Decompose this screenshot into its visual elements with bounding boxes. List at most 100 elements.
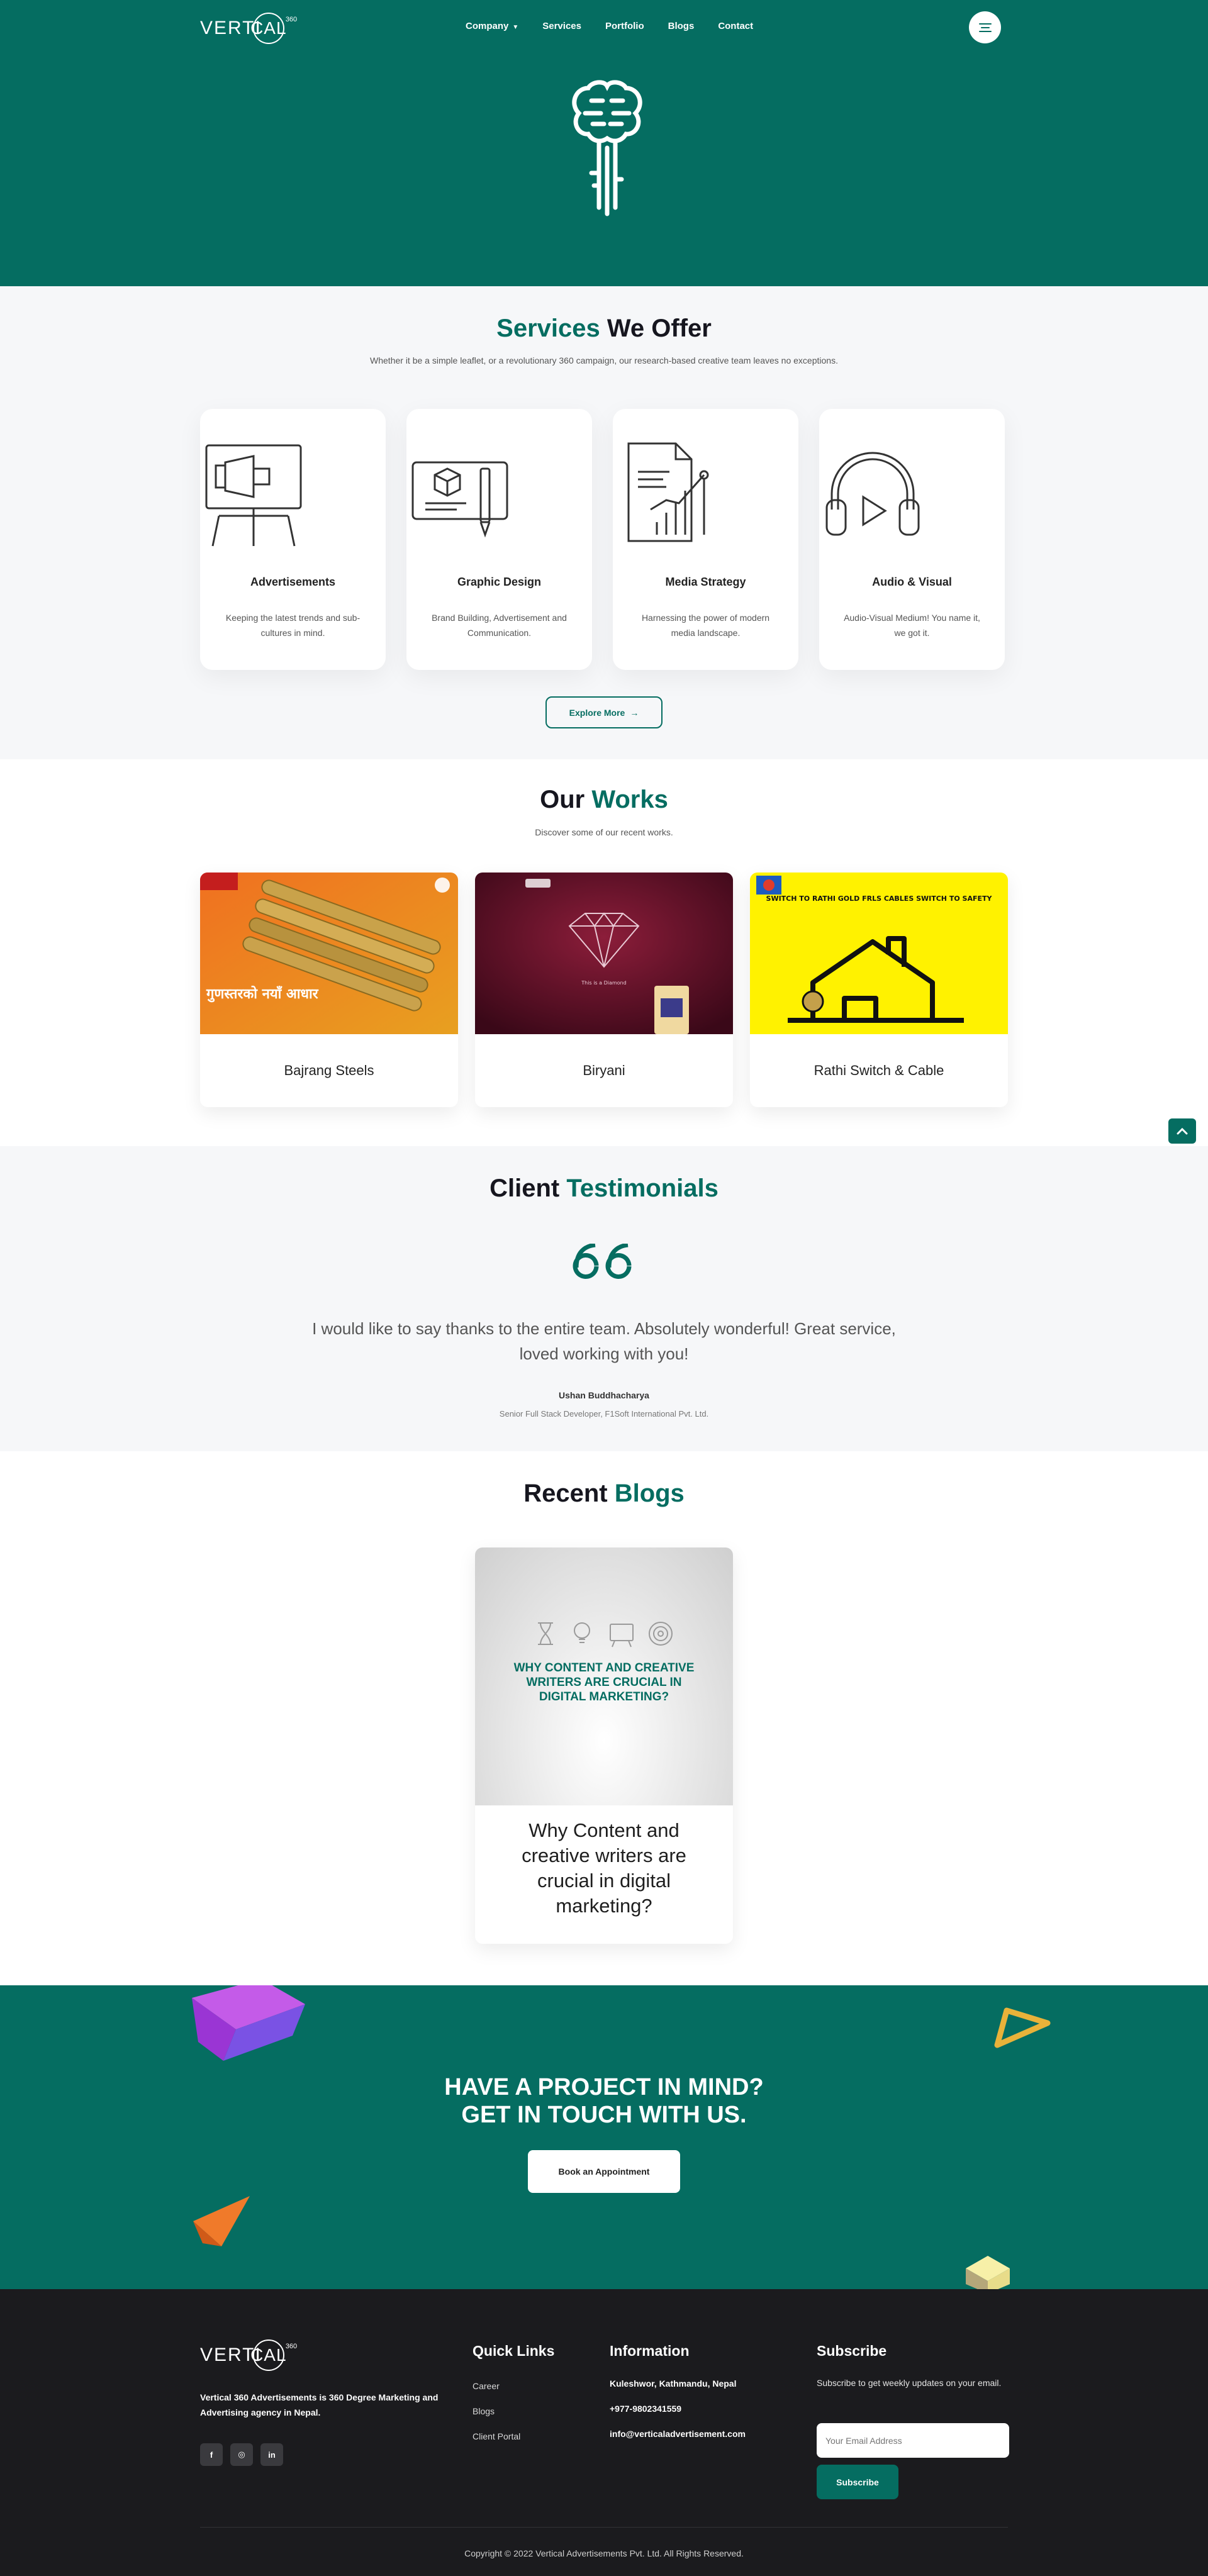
title-rest: We Offer	[600, 315, 712, 342]
blogs-section: Recent Blogs WHY CONTENT AND CREATIVE WR…	[0, 1451, 1208, 1985]
blog-card[interactable]: WHY CONTENT AND CREATIVE WRITERS ARE CRU…	[475, 1547, 733, 1944]
logo-sup: 360	[285, 2343, 298, 2350]
linkedin-icon[interactable]: in	[260, 2443, 283, 2466]
facebook-icon[interactable]: f	[200, 2443, 223, 2466]
service-title: Advertisements	[250, 576, 336, 588]
services-subtitle: Whether it be a simple leaflet, or a rev…	[370, 355, 838, 365]
yellow-cube-decoration	[966, 2256, 1010, 2289]
services-section: Services We Offer Whether it be a simple…	[0, 286, 1208, 759]
footer-divider	[200, 2527, 1008, 2528]
hamburger-line	[980, 26, 990, 28]
work-card-rathi-switch-cable[interactable]: SWITCH TO RATHI GOLD FRLS CABLES SWITCH …	[750, 873, 1008, 1107]
nav-item-services[interactable]: Services	[542, 21, 581, 31]
work-image: गुणस्तरको नयाँ आधार	[200, 873, 458, 1034]
services-title: Services We Offer	[0, 315, 1208, 343]
nav-item-blogs[interactable]: Blogs	[668, 21, 695, 31]
blog-image-title: WHY CONTENT AND CREATIVE WRITERS ARE CRU…	[513, 1661, 695, 1703]
work-title: Biryani	[583, 1062, 625, 1078]
chevron-up-icon	[1177, 1127, 1188, 1135]
document-chart-icon	[627, 442, 709, 542]
title-accent: Works	[591, 786, 668, 813]
site-logo[interactable]: VERTI CAL 360	[200, 11, 298, 45]
arrow-right-icon: →	[630, 707, 639, 718]
service-card-audio-visual[interactable]: Audio & Visual Audio-Visual Medium! You …	[819, 409, 1005, 670]
footer-link-client-portal[interactable]: Client Portal	[473, 2431, 520, 2441]
cta-title: HAVE A PROJECT IN MIND? GET IN TOUCH WIT…	[0, 2073, 1208, 2129]
nav-label: Company	[466, 21, 509, 31]
logo-circle-text: CAL	[250, 2345, 287, 2365]
title-rest: Our	[540, 786, 592, 813]
work-card-biryani[interactable]: This is a Diamond Biryani	[475, 873, 733, 1107]
megaphone-board-icon	[205, 444, 302, 547]
hero-section: VERTI CAL 360 Company ▼ Services Portfoli…	[0, 0, 1208, 286]
title-accent: Services	[496, 315, 600, 342]
social-links: f ◎ in	[200, 2443, 283, 2466]
service-desc: Harnessing the power of modern media lan…	[641, 613, 770, 638]
design-board-icon	[411, 461, 508, 538]
logo-sup: 360	[285, 16, 298, 23]
yellow-triangle-decoration	[994, 2007, 1051, 2048]
works-subtitle: Discover some of our recent works.	[535, 827, 673, 837]
subscribe-button[interactable]: Subscribe	[817, 2465, 898, 2499]
cta-section: HAVE A PROJECT IN MIND? GET IN TOUCH WIT…	[0, 1985, 1208, 2289]
explore-more-button[interactable]: Explore More →	[545, 696, 663, 728]
book-appointment-button[interactable]: Book an Appointment	[528, 2150, 680, 2193]
hamburger-line	[978, 23, 992, 25]
orange-shard-decoration	[193, 2196, 250, 2246]
cta-line-2: GET IN TOUCH WITH US.	[461, 2102, 747, 2128]
work-image-text: गुणस्तरको नयाँ आधार	[206, 985, 319, 1003]
service-title: Media Strategy	[665, 576, 746, 588]
footer-address: Kuleshwor, Kathmandu, Nepal	[610, 2378, 737, 2389]
service-card-advertisements[interactable]: Advertisements Keeping the latest trends…	[200, 409, 386, 670]
menu-toggle-button[interactable]	[969, 11, 1001, 43]
work-title: Bajrang Steels	[284, 1062, 374, 1078]
footer-about: Vertical 360 Advertisements is 360 Degre…	[200, 2392, 439, 2417]
testimonial-role: Senior Full Stack Developer, F1Soft Inte…	[499, 1409, 709, 1419]
footer-logo[interactable]: VERTI CAL 360	[200, 2339, 298, 2371]
title-rest: Client	[489, 1174, 567, 1202]
headphones-play-icon	[825, 452, 920, 536]
footer-link-career[interactable]: Career	[473, 2381, 500, 2391]
subscribe-description: Subscribe to get weekly updates on your …	[817, 2378, 1002, 2388]
hamburger-line	[978, 30, 992, 32]
service-title: Graphic Design	[457, 576, 542, 588]
nav-item-portfolio[interactable]: Portfolio	[605, 21, 644, 31]
brain-key-icon	[572, 80, 642, 216]
footer-link-blogs[interactable]: Blogs	[473, 2406, 495, 2416]
testimonials-section: Client Testimonials I would like to say …	[0, 1146, 1208, 1451]
service-card-media-strategy[interactable]: Media Strategy Harnessing the power of m…	[613, 409, 798, 670]
quick-links-title: Quick Links	[473, 2343, 555, 2359]
cta-line-1: HAVE A PROJECT IN MIND?	[444, 2074, 764, 2100]
service-desc: Keeping the latest trends and sub-cultur…	[225, 613, 361, 638]
work-image-text: SWITCH TO RATHI GOLD FRLS CABLES SWITCH …	[766, 895, 993, 903]
service-card-graphic-design[interactable]: Graphic Design Brand Building, Advertise…	[406, 409, 592, 670]
copyright-text: Copyright © 2022 Vertical Advertisements…	[464, 2548, 744, 2558]
information-title: Information	[610, 2343, 690, 2359]
service-desc: Audio-Visual Medium! You name it, we got…	[844, 613, 980, 638]
logo-circle-text: CAL	[250, 18, 287, 38]
works-title: Our Works	[0, 786, 1208, 814]
nav-item-company[interactable]: Company ▼	[466, 21, 518, 31]
blog-image-icons	[538, 1622, 673, 1648]
explore-label: Explore More	[569, 707, 625, 718]
email-input[interactable]	[817, 2423, 1009, 2458]
work-title: Rathi Switch & Cable	[814, 1062, 944, 1078]
scroll-to-top-button[interactable]	[1168, 1118, 1196, 1144]
work-card-bajrang-steels[interactable]: गुणस्तरको नयाँ आधार Bajrang Steels	[200, 873, 458, 1107]
blog-title: Why Content and creative writers are cru…	[522, 1819, 686, 1917]
logo-circle: CAL	[250, 2339, 287, 2371]
instagram-icon[interactable]: ◎	[230, 2443, 253, 2466]
purple-cube-decoration	[192, 1985, 305, 2061]
nav-item-contact[interactable]: Contact	[718, 21, 753, 31]
footer-phone[interactable]: +977-9802341559	[610, 2404, 681, 2414]
footer-email[interactable]: info@verticaladvertisement.com	[610, 2429, 746, 2439]
title-rest: Recent	[523, 1480, 615, 1507]
service-title: Audio & Visual	[872, 576, 952, 588]
quote-icon	[573, 1244, 632, 1279]
title-accent: Testimonials	[566, 1174, 719, 1202]
testimonials-title: Client Testimonials	[0, 1174, 1208, 1203]
work-image-text: This is a Diamond	[581, 980, 626, 986]
title-accent: Blogs	[614, 1480, 685, 1507]
service-desc: Brand Building, Advertisement and Commun…	[432, 613, 567, 638]
caret-down-icon: ▼	[512, 24, 519, 31]
